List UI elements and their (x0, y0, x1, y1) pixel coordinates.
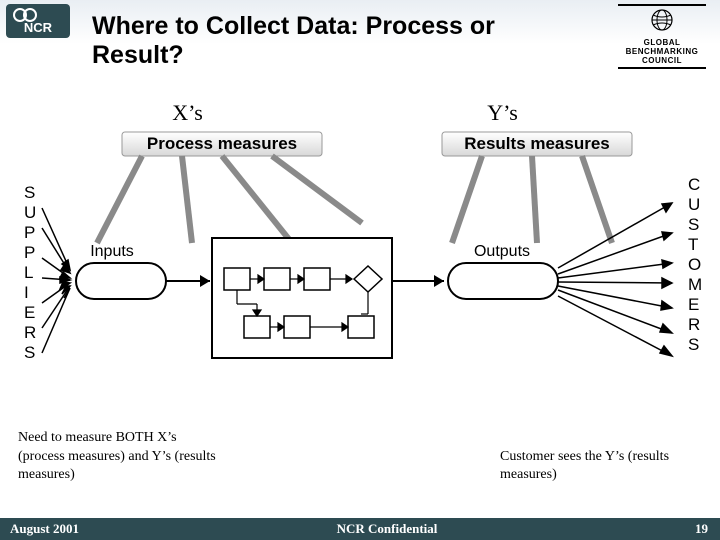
xy-labels: X’s Y’s (0, 100, 720, 126)
page-title: Where to Collect Data: Process or Result… (92, 12, 580, 70)
globe-icon (650, 8, 674, 32)
gbc-logo: GLOBAL BENCHMARKING COUNCIL (612, 2, 712, 71)
inputs-label: Inputs (90, 243, 134, 260)
gbc-text-2: COUNCIL (612, 57, 712, 66)
footer: August 2001 NCR Confidential 19 (0, 518, 720, 540)
svg-text:S: S (688, 335, 699, 354)
svg-text:S: S (24, 343, 35, 362)
footer-confidential: NCR Confidential (79, 521, 695, 537)
svg-text:R: R (688, 315, 700, 334)
svg-text:P: P (24, 243, 35, 262)
svg-text:L: L (24, 263, 33, 282)
customers-vertical: C U S T O M E R S (688, 175, 702, 354)
note-right: Customer sees the Y’s (results measures) (500, 448, 700, 484)
process-measures-label: Process measures (147, 134, 297, 153)
footer-page-number: 19 (695, 521, 720, 537)
svg-text:S: S (24, 183, 35, 202)
svg-text:R: R (24, 323, 36, 342)
diagram: Process measures Results measures S U P … (12, 128, 708, 398)
inputs-node (76, 263, 166, 299)
suppliers-vertical: S U P P L I E R S (24, 183, 36, 362)
gbc-text-1: GLOBAL BENCHMARKING (612, 39, 712, 57)
y-label: Y’s (487, 100, 518, 126)
svg-text:P: P (24, 223, 35, 242)
svg-text:U: U (688, 195, 700, 214)
footer-date: August 2001 (0, 521, 79, 537)
svg-text:T: T (688, 235, 698, 254)
ncr-logo-text: NCR (24, 20, 53, 35)
svg-text:I: I (24, 283, 29, 302)
ncr-logo: NCR (6, 4, 70, 38)
svg-text:M: M (688, 275, 702, 294)
svg-text:E: E (24, 303, 35, 322)
svg-text:S: S (688, 215, 699, 234)
note-left: Need to measure BOTH X’s (process measur… (18, 429, 218, 484)
svg-text:O: O (688, 255, 701, 274)
svg-text:U: U (24, 203, 36, 222)
diagram-svg: Process measures Results measures S U P … (12, 128, 708, 398)
svg-text:C: C (688, 175, 700, 194)
outputs-node (448, 263, 558, 299)
x-label: X’s (172, 100, 203, 126)
svg-text:E: E (688, 295, 699, 314)
outputs-label: Outputs (474, 243, 530, 260)
process-box (212, 238, 392, 358)
results-measures-label: Results measures (464, 134, 610, 153)
